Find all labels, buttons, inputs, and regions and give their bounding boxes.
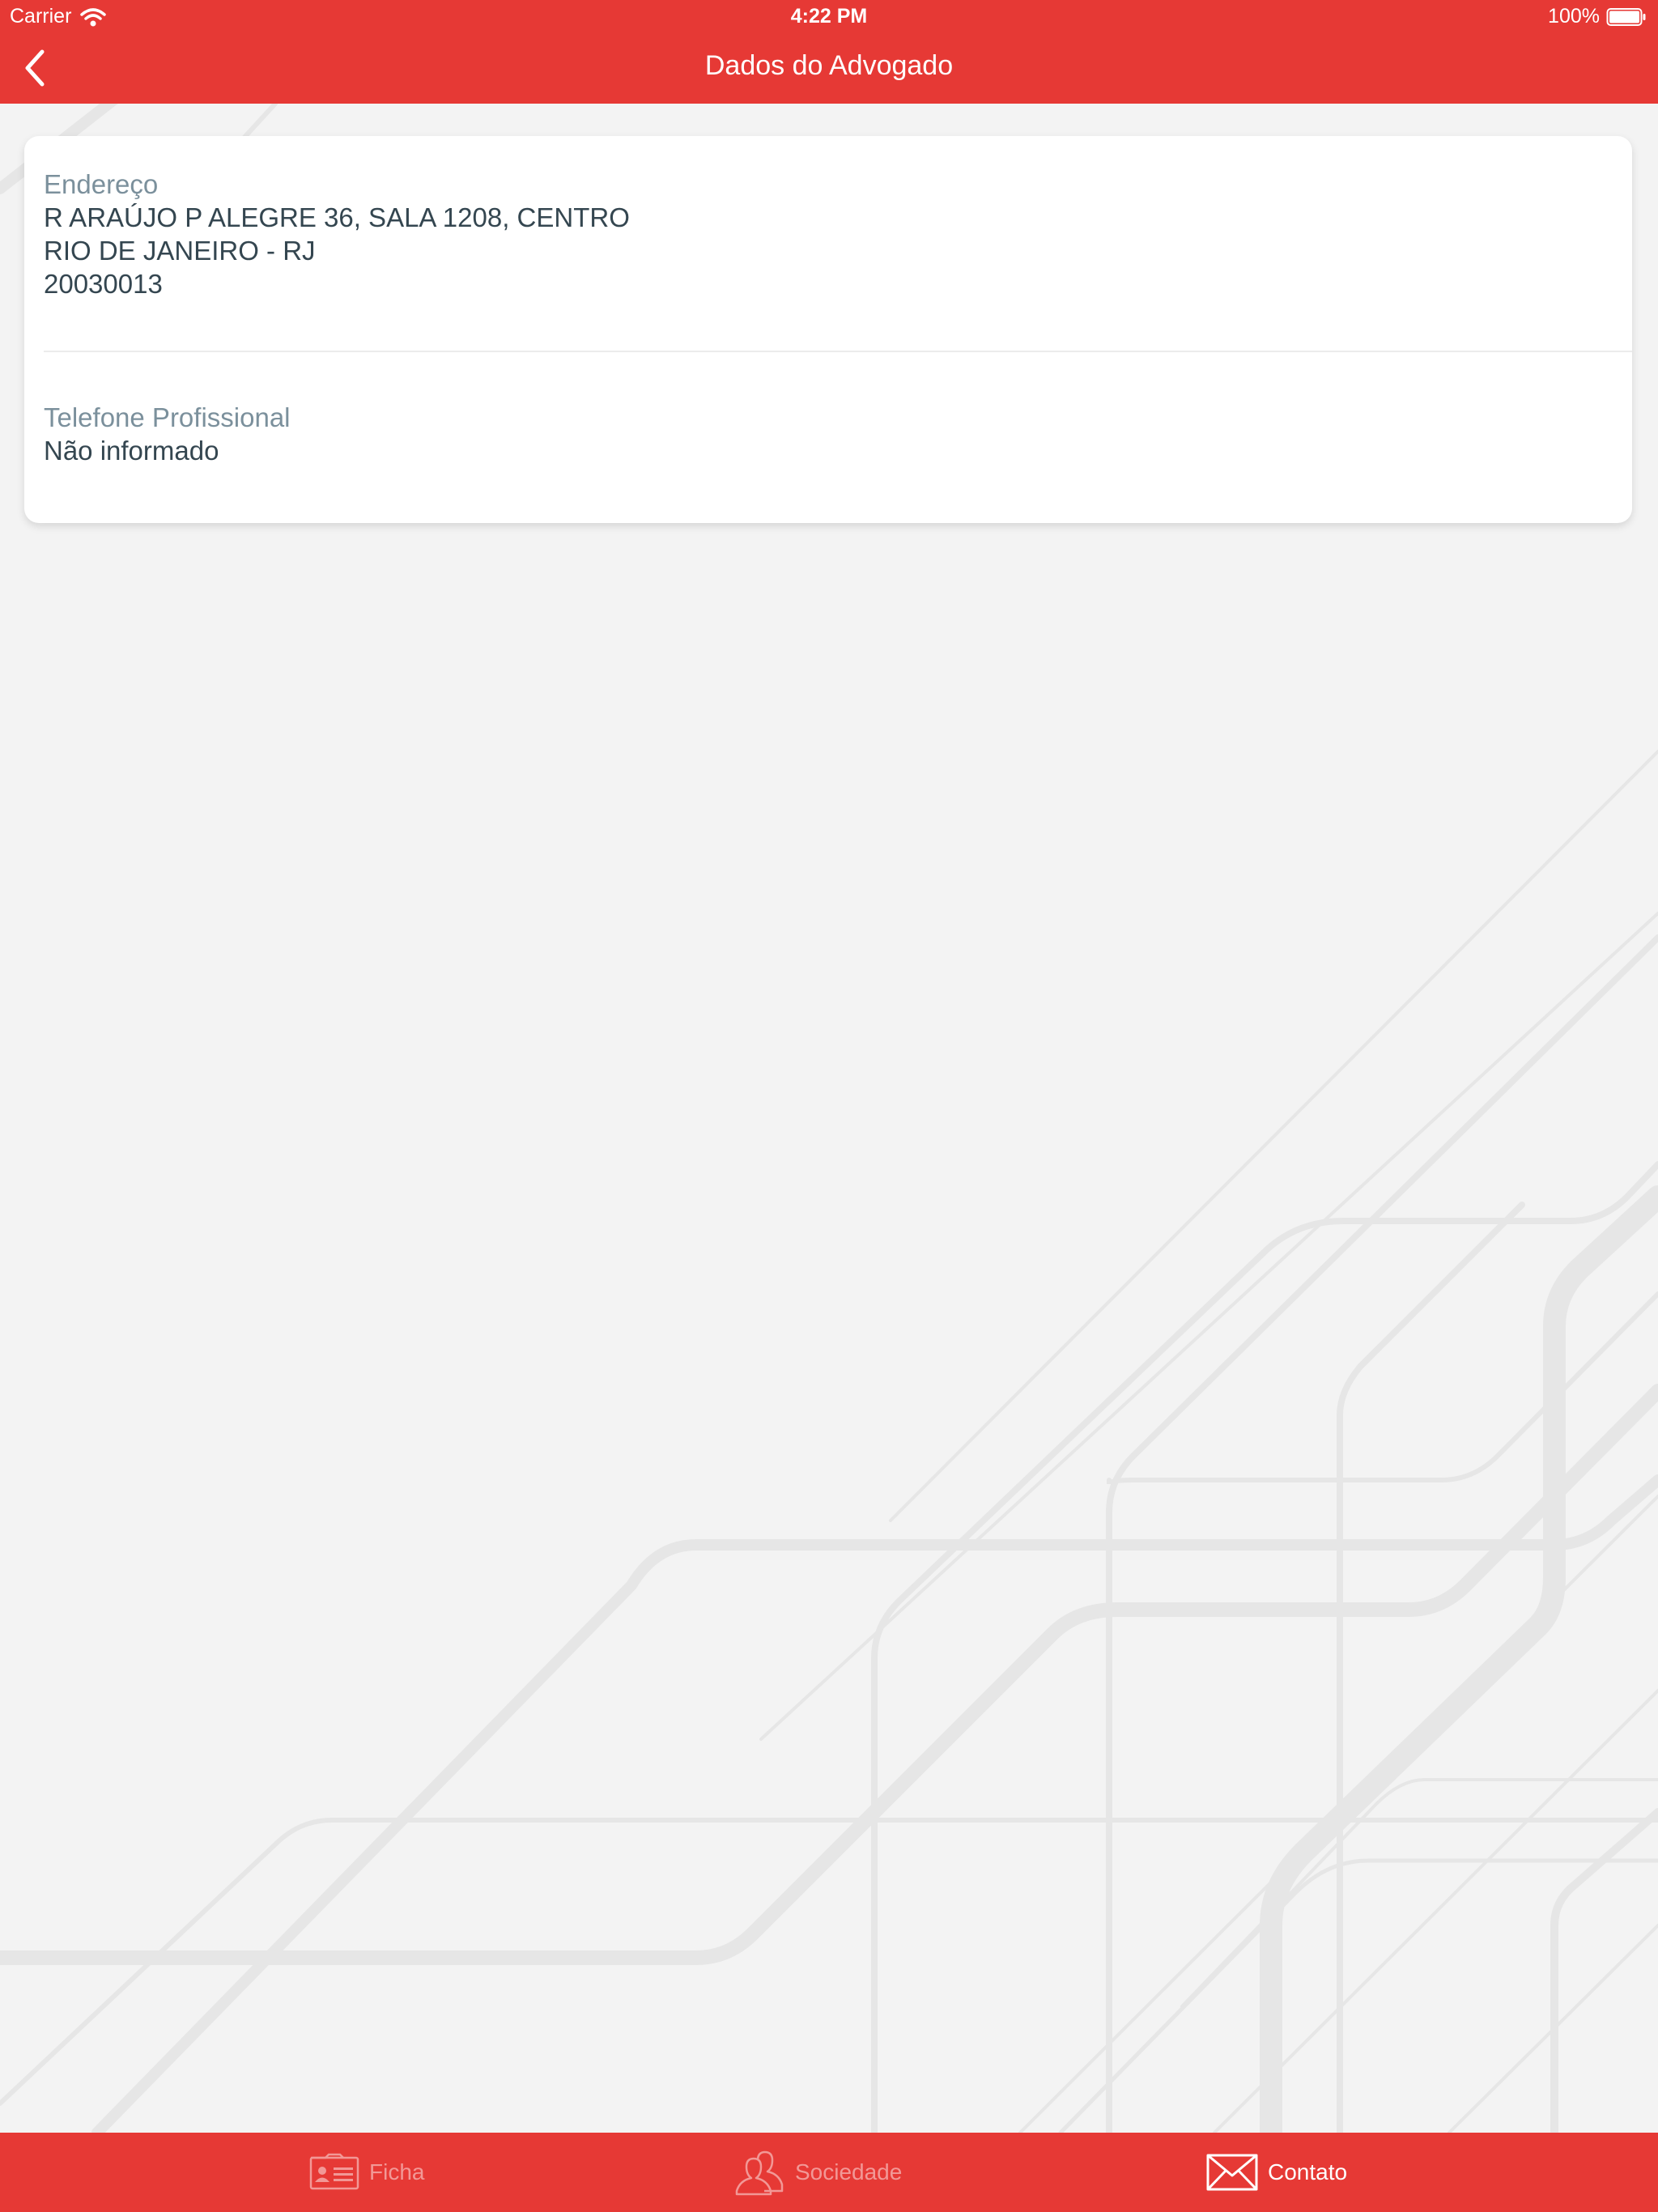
tab-sociedade-label: Sociedade: [795, 2159, 903, 2184]
address-line-city: RIO DE JANEIRO - RJ: [44, 236, 316, 266]
id-card-icon: [309, 2153, 359, 2190]
tab-ficha-label: Ficha: [369, 2159, 425, 2184]
battery-indicator: 100%: [1548, 5, 1647, 28]
envelope-icon: [1206, 2154, 1258, 2191]
status-time: 4:22 PM: [790, 5, 868, 28]
phone-label: Telefone Profissional: [44, 402, 291, 432]
address-line-postal-code: 20030013: [44, 269, 163, 299]
people-icon: [735, 2150, 784, 2196]
navigation-bar: Dados do Advogado: [0, 32, 1658, 104]
address-section: Endereço R ARAÚJO P ALEGRE 36, SALA 1208…: [44, 168, 1632, 300]
tab-sociedade[interactable]: Sociedade: [733, 2133, 902, 2212]
tab-contato[interactable]: Contato: [1206, 2133, 1347, 2212]
status-bar: Carrier 4:22 PM 100%: [0, 0, 1658, 32]
address-label: Endereço: [44, 169, 159, 199]
tab-ficha[interactable]: Ficha: [309, 2133, 424, 2212]
phone-section: Telefone Profissional Não informado: [44, 402, 1632, 467]
page-title: Dados do Advogado: [704, 50, 954, 81]
tab-contato-label: Contato: [1268, 2159, 1348, 2184]
contact-card: Endereço R ARAÚJO P ALEGRE 36, SALA 1208…: [24, 136, 1632, 523]
battery-icon: [1606, 7, 1646, 26]
tab-bar: Ficha Sociedade Contato: [0, 2133, 1658, 2212]
divider: [44, 351, 1632, 352]
header: Carrier 4:22 PM 100% Dados do Advogado: [0, 0, 1658, 104]
battery-label: 100%: [1548, 5, 1600, 28]
address-line-street: R ARAÚJO P ALEGRE 36, SALA 1208, CENTRO: [44, 202, 630, 232]
phone-value: Não informado: [44, 436, 219, 466]
